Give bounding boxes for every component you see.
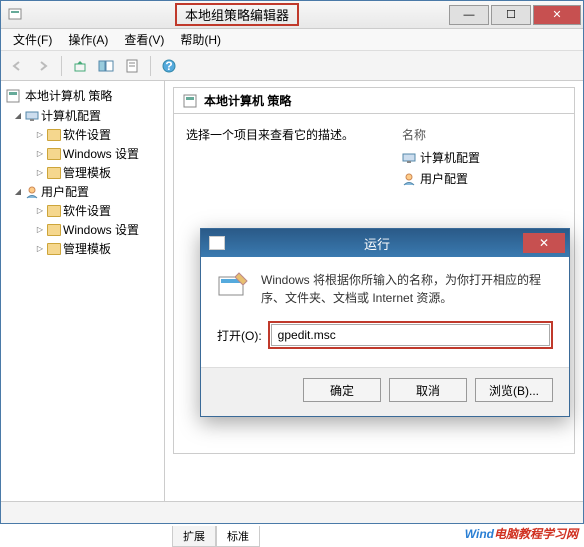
folder-icon — [47, 129, 61, 141]
collapse-icon[interactable]: ◢ — [13, 111, 23, 121]
run-title: 运行 — [231, 234, 523, 253]
expand-icon[interactable]: ▷ — [35, 244, 45, 254]
tree-label: 管理模板 — [63, 164, 111, 181]
ok-button[interactable]: 确定 — [303, 378, 381, 402]
input-highlight — [268, 321, 553, 349]
list-item-computer-config[interactable]: 计算机配置 — [402, 147, 562, 168]
minimize-button[interactable]: — — [449, 5, 489, 25]
menubar: 文件(F) 操作(A) 查看(V) 帮助(H) — [1, 29, 583, 51]
policy-icon — [182, 93, 198, 109]
name-column-header[interactable]: 名称 — [402, 126, 562, 147]
maximize-button[interactable]: ☐ — [491, 5, 531, 25]
tab-extended[interactable]: 扩展 — [172, 526, 216, 547]
back-button[interactable] — [5, 54, 29, 78]
run-titlebar[interactable]: 运行 ✕ — [201, 229, 569, 257]
svg-text:?: ? — [165, 59, 172, 73]
properties-button[interactable] — [120, 54, 144, 78]
expand-icon[interactable]: ▷ — [35, 225, 45, 235]
watermark-part2: 电脑教程学习网 — [494, 527, 578, 541]
app-icon — [7, 7, 23, 23]
window-controls: — ☐ ✕ — [447, 5, 581, 25]
tree-label: 用户配置 — [41, 183, 89, 200]
tree-label: 计算机配置 — [41, 107, 101, 124]
tree-pane[interactable]: 本地计算机 策略 ◢ 计算机配置 ▷ 软件设置 ▷ Windows 设置 ▷ 管理模板… — [1, 81, 165, 501]
window-title: 本地组策略编辑器 — [175, 3, 299, 26]
watermark-part1: Wind — [465, 527, 494, 541]
forward-button[interactable] — [31, 54, 55, 78]
tree-label: 管理模板 — [63, 240, 111, 257]
user-config-icon — [25, 185, 39, 199]
show-hide-tree-button[interactable] — [94, 54, 118, 78]
tab-standard[interactable]: 标准 — [216, 526, 260, 547]
list-item-label: 计算机配置 — [420, 149, 480, 166]
content-header: 本地计算机 策略 — [173, 87, 575, 114]
tree-windows-settings[interactable]: ▷ Windows 设置 — [3, 144, 162, 163]
cancel-button[interactable]: 取消 — [389, 378, 467, 402]
tree-software-settings[interactable]: ▷ 软件设置 — [3, 125, 162, 144]
expand-icon[interactable]: ▷ — [35, 130, 45, 140]
titlebar: 本地组策略编辑器 — ☐ ✕ — [1, 1, 583, 29]
run-icon — [217, 271, 251, 301]
tree-root-label: 本地计算机 策略 — [25, 87, 112, 104]
tree-root[interactable]: 本地计算机 策略 — [3, 85, 162, 106]
folder-icon — [47, 205, 61, 217]
run-description: Windows 将根据你所输入的名称，为你打开相应的程序、文件夹、文档或 Int… — [261, 271, 553, 307]
description-text: 选择一个项目来查看它的描述。 — [186, 126, 402, 143]
folder-icon — [47, 243, 61, 255]
statusbar — [1, 501, 583, 523]
tree-label: 软件设置 — [63, 126, 111, 143]
policy-icon — [5, 88, 21, 104]
close-button[interactable]: ✕ — [533, 5, 581, 25]
computer-config-icon — [25, 109, 39, 123]
tree-admin-templates[interactable]: ▷ 管理模板 — [3, 163, 162, 182]
expand-icon[interactable]: ▷ — [35, 168, 45, 178]
tree-user-config[interactable]: ◢ 用户配置 — [3, 182, 162, 201]
computer-config-icon — [402, 151, 416, 165]
list-item-label: 用户配置 — [420, 170, 468, 187]
content-tabs: 扩展 标准 — [172, 526, 260, 547]
menu-action[interactable]: 操作(A) — [60, 29, 116, 50]
expand-icon[interactable]: ▷ — [35, 149, 45, 159]
folder-icon — [47, 224, 61, 236]
tree-label: 软件设置 — [63, 202, 111, 219]
menu-help[interactable]: 帮助(H) — [172, 29, 229, 50]
run-dialog: 运行 ✕ Windows 将根据你所输入的名称，为你打开相应的程序、文件夹、文档… — [200, 228, 570, 417]
browse-button[interactable]: 浏览(B)... — [475, 378, 553, 402]
folder-icon — [47, 148, 61, 160]
menu-view[interactable]: 查看(V) — [116, 29, 172, 50]
up-button[interactable] — [68, 54, 92, 78]
tree-windows-settings-2[interactable]: ▷ Windows 设置 — [3, 220, 162, 239]
run-close-button[interactable]: ✕ — [523, 233, 565, 253]
tree-label: Windows 设置 — [63, 221, 139, 238]
menu-file[interactable]: 文件(F) — [5, 29, 60, 50]
tree-computer-config[interactable]: ◢ 计算机配置 — [3, 106, 162, 125]
watermark: Wind电脑教程学习网 — [465, 525, 578, 543]
help-button[interactable]: ? — [157, 54, 181, 78]
user-config-icon — [402, 172, 416, 186]
tree-software-settings-2[interactable]: ▷ 软件设置 — [3, 201, 162, 220]
run-input[interactable] — [271, 324, 550, 346]
folder-icon — [47, 167, 61, 179]
expand-icon[interactable]: ▷ — [35, 206, 45, 216]
collapse-icon[interactable]: ◢ — [13, 187, 23, 197]
tree-admin-templates-2[interactable]: ▷ 管理模板 — [3, 239, 162, 258]
list-item-user-config[interactable]: 用户配置 — [402, 168, 562, 189]
run-app-icon — [209, 236, 225, 250]
content-title: 本地计算机 策略 — [204, 92, 291, 109]
toolbar: ? — [1, 51, 583, 81]
tree-label: Windows 设置 — [63, 145, 139, 162]
open-label: 打开(O): — [217, 327, 262, 344]
